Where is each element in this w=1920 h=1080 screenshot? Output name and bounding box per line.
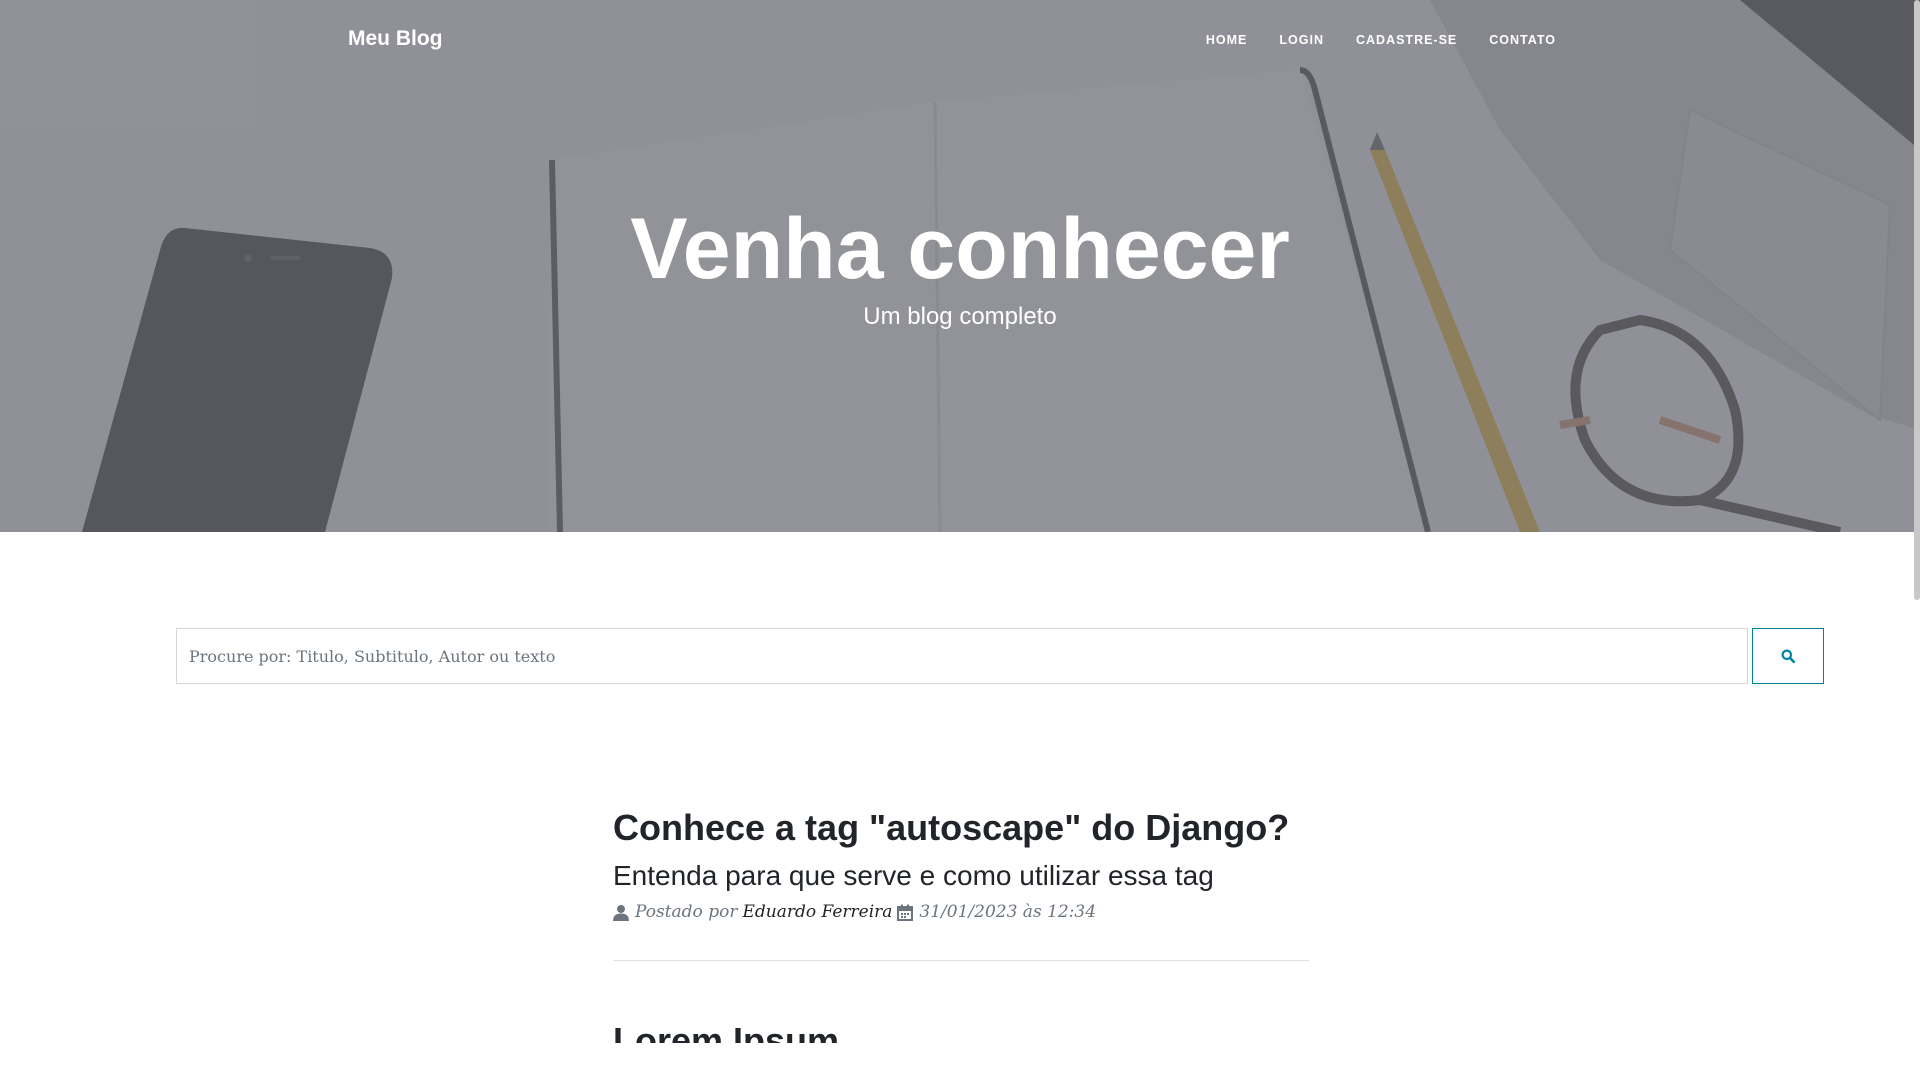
nav-link-home[interactable]: HOME xyxy=(1206,33,1248,47)
posted-by-label: Postado por xyxy=(635,902,738,922)
nav-link-contato[interactable]: CONTATO xyxy=(1489,33,1556,47)
post-preview: Conhece a tag "autoscape" do Django? Ent… xyxy=(613,806,1309,961)
hero-header: Meu Blog HOME LOGIN CADASTRE-SE CONTATO … xyxy=(0,0,1920,532)
post-subtitle[interactable]: Entenda para que serve e como utilizar e… xyxy=(613,858,1309,894)
post-meta: Postado por Eduardo Ferreira 31/01/2023 … xyxy=(613,902,1309,922)
search-bar xyxy=(176,628,1824,684)
post-list: Conhece a tag "autoscape" do Django? Ent… xyxy=(613,806,1309,1043)
brand-logo-link[interactable]: Meu Blog xyxy=(348,27,443,51)
post-preview: Lorem Ipsum xyxy=(613,1019,1309,1043)
calendar-icon xyxy=(897,904,914,921)
hero-subtitle: Um blog completo xyxy=(863,303,1057,330)
post-title-link[interactable]: Lorem Ipsum xyxy=(613,1019,1309,1043)
search-button[interactable] xyxy=(1752,628,1824,684)
post-divider xyxy=(613,960,1309,961)
hero-title: Venha conhecer xyxy=(630,201,1290,297)
search-input[interactable] xyxy=(176,628,1748,684)
page-scrollbar[interactable] xyxy=(1914,0,1920,600)
post-author-link[interactable]: Eduardo Ferreira xyxy=(742,902,892,922)
post-date: 31/01/2023 às 12:34 xyxy=(919,902,1097,922)
navbar: Meu Blog HOME LOGIN CADASTRE-SE CONTATO xyxy=(0,0,1920,84)
nav-links: HOME LOGIN CADASTRE-SE CONTATO xyxy=(1206,33,1556,47)
search-icon xyxy=(1781,649,1795,663)
post-title-link[interactable]: Conhece a tag "autoscape" do Django? xyxy=(613,806,1309,850)
nav-link-cadastre-se[interactable]: CADASTRE-SE xyxy=(1356,33,1457,47)
user-icon xyxy=(613,904,630,921)
nav-link-login[interactable]: LOGIN xyxy=(1279,33,1324,47)
